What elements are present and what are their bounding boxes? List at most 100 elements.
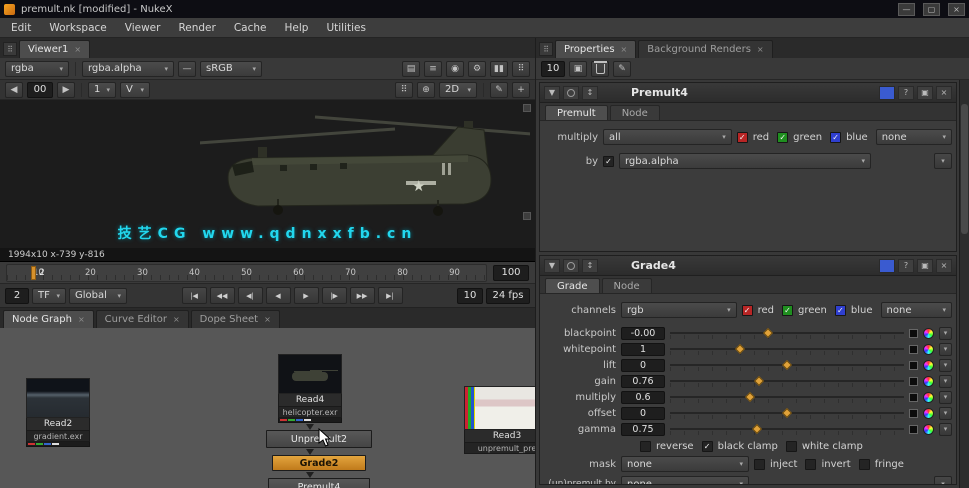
step-forward-button[interactable]: |▶: [321, 287, 347, 304]
alpha-layer-select[interactable]: rgba.alpha ▾: [82, 60, 174, 77]
channels-select[interactable]: rgb ▾: [621, 302, 737, 318]
tab-node[interactable]: Node: [609, 105, 660, 120]
tab-properties[interactable]: Properties ×: [555, 40, 637, 58]
viewer-canvas[interactable]: ★ 技艺CG www.qdnxxfb.cn: [0, 100, 535, 248]
tab-background-renders[interactable]: Background Renders ×: [638, 40, 773, 58]
fringe-checkbox[interactable]: [858, 458, 870, 470]
close-tab-icon[interactable]: ×: [173, 315, 180, 324]
blue-checkbox[interactable]: ✓: [830, 131, 842, 143]
node-grade2[interactable]: Grade2: [272, 455, 366, 471]
animation-menu-button[interactable]: ▾: [939, 406, 952, 420]
red-checkbox[interactable]: ✓: [741, 304, 753, 316]
animation-menu-button[interactable]: ▾: [939, 326, 952, 340]
gamma-slider[interactable]: [670, 423, 904, 435]
red-checkbox[interactable]: ✓: [736, 131, 748, 143]
mode-select[interactable]: 2D ▾: [439, 81, 477, 98]
green-checkbox[interactable]: ✓: [777, 131, 789, 143]
lock-panels-icon[interactable]: ▣: [569, 60, 587, 77]
menu-utilities[interactable]: Utilities: [317, 20, 375, 36]
previous-keyframe-button[interactable]: ◀◀: [209, 287, 235, 304]
tab-curve-editor[interactable]: Curve Editor ×: [95, 310, 189, 328]
playhead[interactable]: [30, 265, 36, 280]
animation-menu-button[interactable]: ▾: [939, 422, 952, 436]
reorder-icon[interactable]: ↕: [582, 85, 598, 100]
multiply-slider[interactable]: [670, 391, 904, 403]
tab-node[interactable]: Node: [601, 278, 652, 293]
maximize-button[interactable]: ▢: [923, 2, 940, 16]
settings-gear-icon[interactable]: ⚙: [468, 60, 486, 77]
node-read3[interactable]: Read3 unpremult_pre: [464, 386, 535, 454]
gamma-input[interactable]: 0.75: [621, 422, 665, 436]
node-circle-icon[interactable]: [563, 258, 579, 273]
pause-icon[interactable]: ▮▮: [490, 60, 508, 77]
frame-slider[interactable]: 10 20 30 40 50 60 70 80 90 2: [6, 263, 487, 282]
tab-premult[interactable]: Premult: [545, 105, 608, 120]
zoom-grid-icon[interactable]: ⠿: [395, 81, 413, 98]
color-wheel-icon[interactable]: [923, 423, 934, 435]
extra-channel-select[interactable]: none ▾: [880, 302, 952, 318]
wipe-icon[interactable]: —: [178, 60, 196, 77]
gain-input[interactable]: 0.76: [621, 374, 665, 388]
animation-menu-button[interactable]: ▾: [934, 476, 952, 484]
proxy-grid-icon[interactable]: ⠿: [512, 60, 530, 77]
list-icon[interactable]: ≡: [424, 60, 442, 77]
color-wheel-icon[interactable]: [923, 359, 934, 371]
range-end-field[interactable]: 100: [493, 264, 529, 281]
animation-menu-button[interactable]: ▾: [939, 390, 952, 404]
blackpoint-input[interactable]: -0.00: [621, 326, 665, 340]
white-clamp-checkbox[interactable]: [785, 441, 797, 452]
color-wheel-icon[interactable]: [923, 391, 934, 403]
menu-cache[interactable]: Cache: [225, 20, 276, 36]
help-icon[interactable]: ?: [898, 85, 914, 100]
close-tab-icon[interactable]: ×: [264, 315, 271, 324]
go-to-end-button[interactable]: ▶|: [377, 287, 403, 304]
invert-checkbox[interactable]: [805, 458, 817, 470]
inject-checkbox[interactable]: [754, 458, 765, 470]
color-wheel-icon[interactable]: [923, 407, 934, 419]
scrollbar-thumb[interactable]: [961, 104, 968, 234]
by-channel-select[interactable]: rgba.alpha ▾: [619, 153, 871, 169]
close-panel-icon[interactable]: ×: [936, 85, 952, 100]
swatch-icon[interactable]: [909, 328, 918, 338]
fps-field[interactable]: 24 fps: [486, 287, 530, 304]
plus-icon[interactable]: +: [512, 81, 530, 98]
gain-slider[interactable]: [670, 375, 904, 387]
pane-menu-icon[interactable]: ⠿: [3, 42, 17, 56]
multiply-channels-select[interactable]: all ▾: [603, 129, 732, 145]
menu-edit[interactable]: Edit: [2, 20, 40, 36]
node-graph-canvas[interactable]: Read2 gradient.exr Read4 helicopter.exr: [0, 328, 535, 488]
reorder-icon[interactable]: ↕: [582, 258, 598, 273]
gain-decrease-icon[interactable]: ◀: [5, 81, 23, 98]
node-circle-icon[interactable]: [563, 85, 579, 100]
close-tab-icon[interactable]: ×: [757, 45, 764, 54]
color-wheel-icon[interactable]: [923, 375, 934, 387]
whitepoint-input[interactable]: 1: [621, 342, 665, 356]
colorspace-select[interactable]: sRGB ▾: [200, 60, 262, 77]
node-premult4[interactable]: Premult4: [268, 478, 370, 488]
menu-help[interactable]: Help: [276, 20, 318, 36]
animation-menu-button[interactable]: ▾: [939, 358, 952, 372]
layout-icon[interactable]: ▤: [402, 60, 420, 77]
whitepoint-slider[interactable]: [670, 343, 904, 355]
help-icon[interactable]: ?: [898, 258, 914, 273]
mask-channel-select[interactable]: none ▾: [621, 456, 749, 472]
float-panel-icon[interactable]: ▣: [917, 258, 933, 273]
pane-menu-icon[interactable]: ⠿: [539, 42, 553, 56]
close-panel-icon[interactable]: ×: [936, 258, 952, 273]
frame-increment-field[interactable]: 10: [457, 287, 483, 304]
play-backward-button[interactable]: ◀: [265, 287, 291, 304]
close-tab-icon[interactable]: ×: [74, 45, 81, 54]
lift-input[interactable]: 0: [621, 358, 665, 372]
tab-grade[interactable]: Grade: [545, 278, 600, 293]
view-select[interactable]: 1 ▾: [88, 81, 116, 98]
close-tab-icon[interactable]: ×: [621, 45, 628, 54]
animation-menu-button[interactable]: ▾: [939, 374, 952, 388]
swatch-icon[interactable]: [909, 344, 918, 354]
swatch-icon[interactable]: [909, 360, 918, 370]
trash-icon[interactable]: [591, 60, 609, 77]
viewer-handle-icon[interactable]: [523, 104, 531, 112]
viewer-handle-icon[interactable]: [523, 212, 531, 220]
center-target-icon[interactable]: ⊕: [417, 81, 435, 98]
roi-icon[interactable]: ◉: [446, 60, 464, 77]
play-forward-button[interactable]: ▶: [293, 287, 319, 304]
